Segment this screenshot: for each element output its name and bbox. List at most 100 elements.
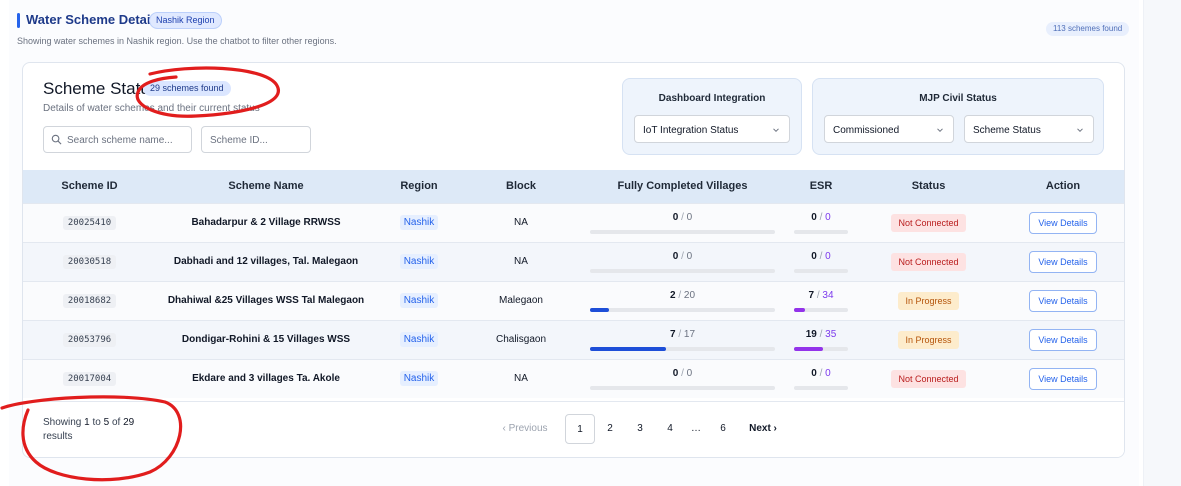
cell-esr: 0 / 0	[785, 359, 857, 398]
page-button-4[interactable]: 4	[663, 414, 677, 444]
table-row: 20025410 Bahadarpur & 2 Village RRWSS Nash…	[23, 203, 1124, 242]
villages-total: 0	[686, 250, 693, 262]
region-tag: Nashik	[399, 215, 439, 230]
scheme-id: 20025410	[62, 215, 117, 230]
cell-villages: 0 / 0	[580, 242, 785, 281]
iot-integration-select[interactable]: IoT Integration Status	[634, 115, 790, 143]
search-input[interactable]: Search scheme name...	[43, 126, 192, 153]
cell-block: Malegaon	[462, 281, 580, 320]
column-header-scheme-name[interactable]: Scheme Name	[156, 170, 376, 203]
column-header-scheme-id[interactable]: Scheme ID	[23, 170, 156, 203]
esr-progress: 19 / 35	[794, 329, 848, 351]
cell-villages: 0 / 0	[580, 203, 785, 242]
mjp-civil-status-filter: MJP Civil Status Commissioned Scheme Sta…	[812, 78, 1104, 155]
villages-total: 17	[683, 328, 696, 340]
esr-total: 0	[825, 367, 831, 379]
view-details-button[interactable]: View Details	[1029, 328, 1097, 351]
status-badge: Not Connected	[891, 213, 966, 232]
esr-progress-bar	[794, 307, 848, 312]
esr-progress-bar	[794, 229, 848, 234]
cell-villages: 7 / 17	[580, 320, 785, 359]
view-details-button[interactable]: View Details	[1029, 250, 1097, 273]
villages-progress-bar	[590, 346, 775, 351]
villages-progress: 0 / 0	[590, 368, 775, 390]
scheme-name: Dhahiwal &25 Villages WSS Tal Malegaon	[167, 295, 365, 306]
cell-villages: 2 / 20	[580, 281, 785, 320]
region-tag: Nashik	[399, 293, 439, 308]
page-button-6[interactable]: 6	[716, 414, 730, 444]
table-row: 20030518 Dabhadi and 12 villages, Tal. Ma…	[23, 242, 1124, 281]
cell-scheme-name: Bahadarpur & 2 Village RRWSS	[156, 203, 376, 242]
scheme-id: 20030518	[62, 254, 117, 269]
table-row: 20018682 Dhahiwal &25 Villages WSS Tal Ma…	[23, 281, 1124, 320]
scheme-name: Bahadarpur & 2 Village RRWSS	[191, 217, 341, 228]
view-details-button[interactable]: View Details	[1029, 289, 1097, 312]
esr-progress: 0 / 0	[794, 212, 848, 234]
search-placeholder: Search scheme name...	[67, 135, 173, 146]
block-value: NA	[514, 217, 528, 228]
showing-of-word: of	[111, 417, 121, 428]
cell-scheme-id: 20025410	[23, 203, 156, 242]
page-button-1[interactable]: 1	[565, 414, 595, 444]
cell-scheme-name: Dondigar-Rohini & 15 Villages WSS	[156, 320, 376, 359]
column-header-status[interactable]: Status	[857, 170, 1000, 203]
villages-progress-bar	[590, 229, 775, 234]
cell-block: Chalisgaon	[462, 320, 580, 359]
column-header-villages[interactable]: Fully Completed Villages	[580, 170, 785, 203]
previous-page-button[interactable]: ‹ Previous	[495, 414, 555, 444]
cell-scheme-id: 20018682	[23, 281, 156, 320]
scheme-id: 20018682	[62, 293, 117, 308]
cell-region: Nashik	[376, 359, 462, 398]
esr-total: 0	[825, 211, 831, 223]
villages-progress: 0 / 0	[590, 212, 775, 234]
cell-region: Nashik	[376, 281, 462, 320]
next-page-button[interactable]: Next ›	[741, 414, 785, 444]
showing-suffix: results	[43, 431, 73, 442]
status-badge: Not Connected	[891, 252, 966, 271]
commissioned-select[interactable]: Commissioned	[824, 115, 954, 143]
villages-progress-fill	[590, 307, 609, 312]
region-tag: Nashik	[399, 371, 439, 387]
cell-status: Not Connected	[857, 359, 1000, 398]
cell-action: View Details	[1000, 203, 1124, 242]
villages-separator: /	[678, 367, 687, 379]
esr-progress-fill	[794, 307, 806, 312]
block-value: NA	[514, 256, 528, 267]
cell-scheme-name: Dhahiwal &25 Villages WSS Tal Malegaon	[156, 281, 376, 320]
column-header-esr[interactable]: ESR	[785, 170, 857, 203]
dashboard-integration-title: Dashboard Integration	[658, 93, 766, 104]
cell-scheme-name: Ekdare and 3 villages Ta. Akole	[156, 359, 376, 398]
villages-progress: 0 / 0	[590, 251, 775, 273]
column-header-region[interactable]: Region	[376, 170, 462, 203]
scheme-id: 20017004	[62, 371, 117, 386]
page-button-2[interactable]: 2	[603, 414, 617, 444]
table-footer: Showing 1 to 5 of 29 results ‹ Previous …	[23, 401, 1124, 457]
esr-separator: /	[816, 328, 826, 340]
page-title: Water Scheme Details	[26, 12, 162, 27]
column-header-action[interactable]: Action	[1000, 170, 1124, 203]
cell-scheme-id: 20053796	[23, 320, 156, 359]
cell-esr: 19 / 35	[785, 320, 857, 359]
view-details-button[interactable]: View Details	[1029, 367, 1097, 390]
scheme-status-select[interactable]: Scheme Status	[964, 115, 1094, 143]
esr-separator: /	[816, 250, 826, 262]
scheme-id-input[interactable]: Scheme ID...	[201, 126, 311, 153]
page-button-3[interactable]: 3	[633, 414, 647, 444]
esr-progress-bar	[794, 268, 848, 273]
card-subtitle: Details of water schemes and their curre…	[43, 103, 260, 114]
page-subtitle: Showing water schemes in Nashik region. …	[17, 36, 337, 46]
esr-progress: 7 / 34	[794, 290, 848, 312]
region-tag: Nashik	[399, 332, 439, 347]
cell-block: NA	[462, 203, 580, 242]
esr-done: 19	[805, 328, 817, 340]
view-details-button[interactable]: View Details	[1029, 211, 1097, 234]
page: Water Scheme Details Nashik Region Showi…	[0, 0, 1181, 486]
esr-progress: 0 / 0	[794, 368, 848, 390]
scheme-id-placeholder: Scheme ID...	[210, 135, 268, 146]
cell-action: View Details	[1000, 359, 1124, 398]
scheme-name: Ekdare and 3 villages Ta. Akole	[192, 373, 340, 385]
chevron-down-icon	[1077, 128, 1083, 133]
total-count-badge: 113 schemes found	[1046, 22, 1130, 36]
column-header-block[interactable]: Block	[462, 170, 580, 203]
dashboard-integration-filter: Dashboard Integration IoT Integration St…	[622, 78, 802, 155]
